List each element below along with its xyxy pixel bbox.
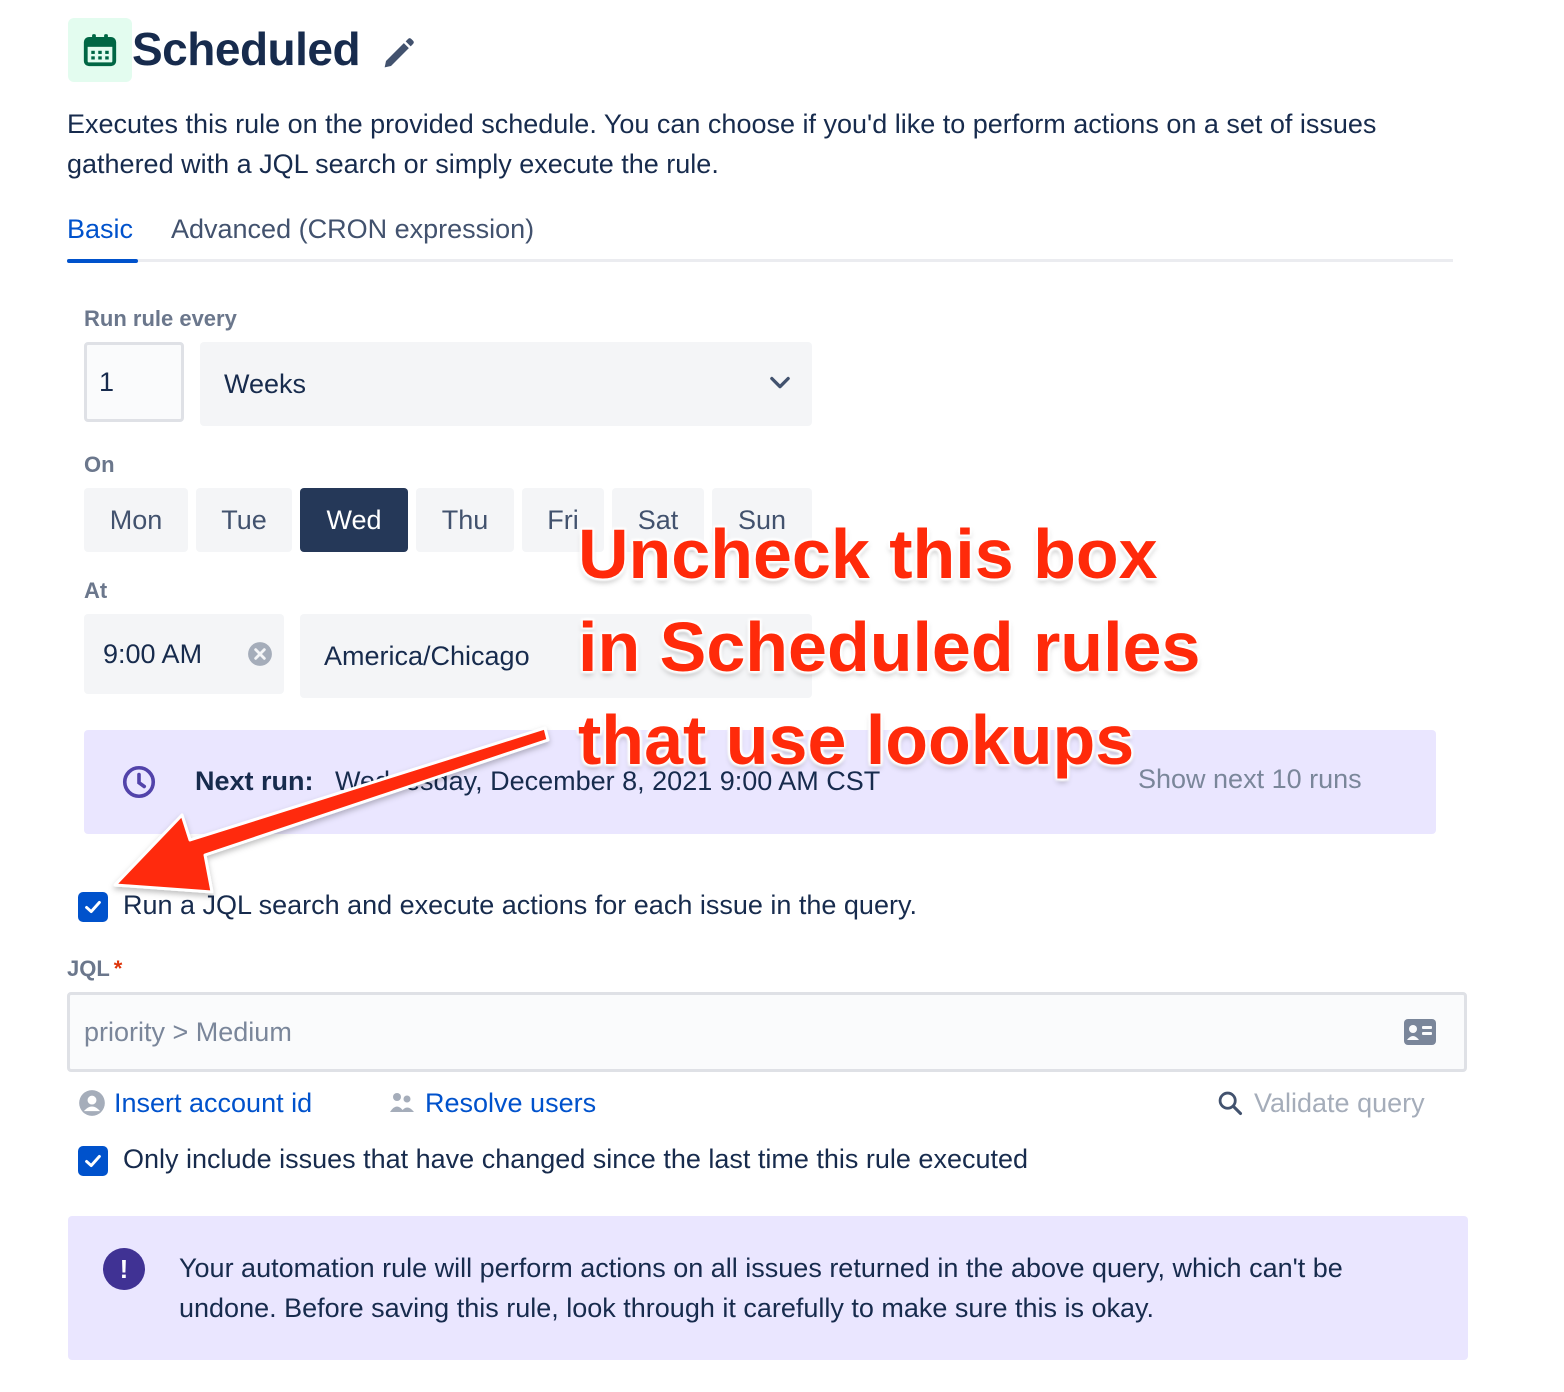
annotation-line: Uncheck this box [578, 515, 1158, 593]
only-changed-checkbox-label[interactable]: Only include issues that have changed si… [123, 1144, 1028, 1175]
jql-input[interactable]: priority > Medium [67, 992, 1467, 1072]
warning-text: Your automation rule will perform action… [179, 1253, 1343, 1323]
run-jql-checkbox[interactable] [78, 892, 108, 922]
day-button-thu[interactable]: Thu [416, 488, 514, 552]
tab-advanced-cron[interactable]: Advanced (CRON expression) [171, 214, 534, 245]
resolve-users-link[interactable]: Resolve users [425, 1088, 596, 1119]
chevron-down-icon[interactable] [766, 368, 794, 396]
page-title: Scheduled [132, 23, 361, 75]
tab-track [67, 259, 1453, 262]
only-changed-checkbox[interactable] [78, 1146, 108, 1176]
validate-query-button[interactable]: Validate query [1254, 1088, 1425, 1119]
required-marker: * [113, 956, 123, 981]
people-icon [388, 1090, 416, 1116]
next-run-label: Next run: [195, 766, 314, 796]
edit-pencil-icon[interactable] [378, 34, 418, 74]
smart-values-icon[interactable] [1402, 1016, 1438, 1048]
search-icon [1216, 1089, 1244, 1117]
at-label: At [84, 578, 108, 603]
user-avatar-icon [78, 1089, 106, 1117]
day-button-wed[interactable]: Wed [300, 488, 408, 552]
day-button-tue[interactable]: Tue [196, 488, 292, 552]
annotation-callout: Uncheck this box in Scheduled rules that… [578, 508, 1298, 787]
jql-label-text: JQL [67, 956, 110, 981]
run-jql-checkbox-label[interactable]: Run a JQL search and execute actions for… [123, 890, 917, 921]
interval-unit-select[interactable]: Weeks [200, 342, 812, 426]
annotation-line: in Scheduled rules [578, 608, 1201, 686]
clock-icon [121, 764, 157, 800]
clear-icon[interactable] [247, 641, 273, 667]
insert-account-id-link[interactable]: Insert account id [114, 1088, 312, 1119]
warning-icon: ! [103, 1248, 145, 1290]
tab-basic[interactable]: Basic [67, 214, 133, 245]
trigger-description: Executes this rule on the provided sched… [67, 109, 1377, 179]
on-label: On [84, 452, 115, 477]
interval-value-input[interactable]: 1 [84, 342, 184, 422]
jql-field-label: JQL * [67, 956, 122, 982]
annotation-line: that use lookups [578, 701, 1135, 779]
day-button-mon[interactable]: Mon [84, 488, 188, 552]
checkmark-icon [85, 900, 101, 914]
active-tab-indicator [67, 259, 138, 263]
checkmark-icon [85, 1154, 101, 1168]
run-every-label: Run rule every [84, 306, 237, 331]
trigger-calendar-icon [68, 18, 132, 82]
